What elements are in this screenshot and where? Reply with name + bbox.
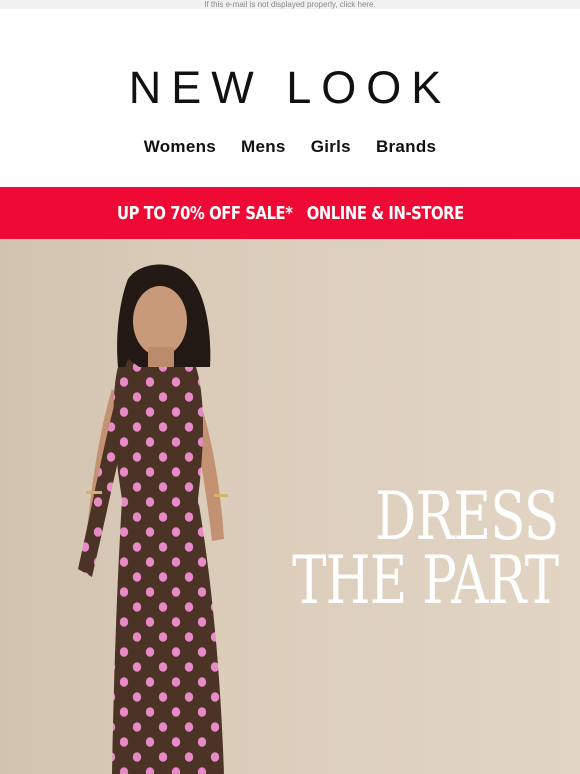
preheader-bar: If this e-mail is not displayed properly… [0,0,580,9]
main-nav: Womens Mens Girls Brands [0,137,580,157]
view-in-browser-link[interactable]: If this e-mail is not displayed properly… [204,0,375,9]
nav-girls[interactable]: Girls [311,137,351,157]
nav-womens[interactable]: Womens [144,137,216,157]
hero-headline: DRESS THE PART [217,478,559,619]
sale-banner[interactable]: UP TO 70% OFF SALE* ONLINE & IN-STORE [0,187,580,239]
email-header: NEW LOOK Womens Mens Girls Brands [0,9,580,187]
hero-headline-line2: THE PART [291,542,559,619]
brand-logo[interactable]: NEW LOOK [0,59,580,117]
hero-headline-line1: DRESS [374,478,559,555]
nav-mens[interactable]: Mens [241,137,286,157]
nav-brands[interactable]: Brands [376,137,436,157]
hero-banner[interactable]: DRESS THE PART [0,239,580,774]
sale-banner-text: UP TO 70% OFF SALE* ONLINE & IN-STORE [116,202,464,224]
